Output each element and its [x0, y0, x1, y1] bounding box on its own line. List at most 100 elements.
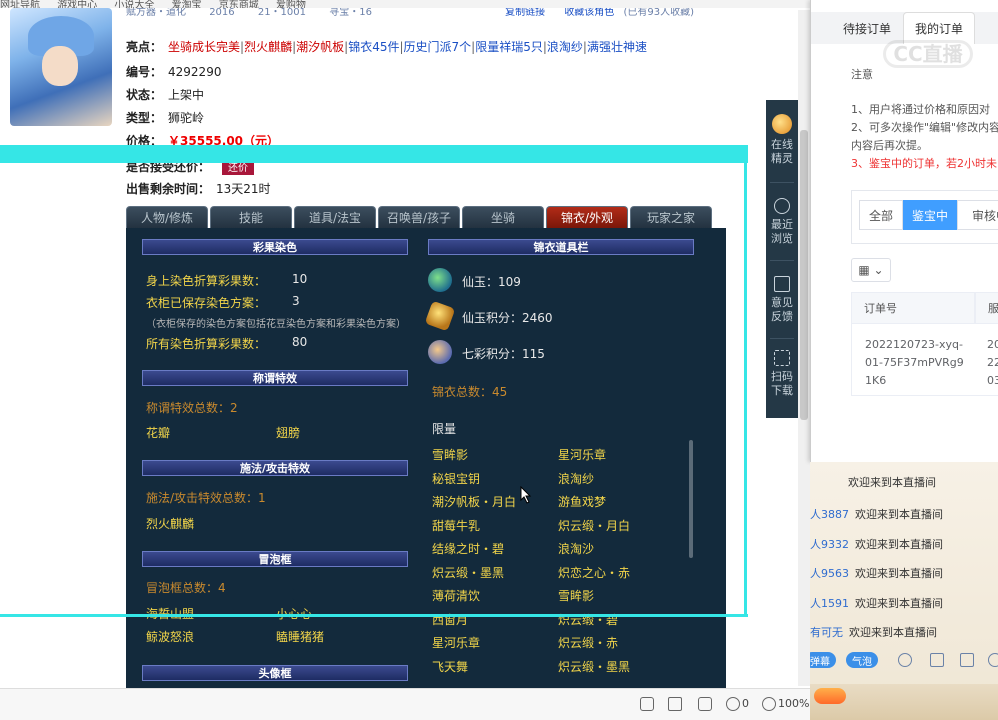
dye-note: （衣柜保存的染色方案包括花豆染色方案和彩果染色方案）: [146, 319, 406, 330]
title-fx-count: 称谓特效总数：2: [146, 401, 238, 415]
browser-status-bar: 0 100%: [0, 688, 810, 720]
highlight-link[interactable]: 烈火麒麟: [244, 40, 292, 54]
bookmark-link[interactable]: 小说大全: [114, 0, 154, 8]
mail-icon[interactable]: [960, 653, 974, 667]
limited-item: 浪淘纱: [558, 471, 595, 486]
wardrobe-scrollbar[interactable]: [689, 440, 693, 558]
limited-item: 炽云缎・墨黑: [558, 659, 631, 674]
right-float-toolbar: 在线精灵 最近浏览 意见反馈 扫码下载: [766, 100, 798, 418]
filter-reviewing-button[interactable]: 审核中: [957, 200, 998, 230]
online-assistant-button[interactable]: 在线精灵: [766, 114, 798, 166]
bookmark-link[interactable]: 网址导航: [0, 0, 40, 8]
chat-text: 欢迎来到本直播间: [855, 508, 943, 521]
character-portrait: [10, 8, 112, 126]
column-toggle-button[interactable]: ▦ ⌄: [851, 258, 891, 282]
id-value: 4292290: [168, 65, 222, 79]
highlight-link[interactable]: 坐骑成长完美: [168, 40, 240, 54]
filter-all-button[interactable]: 全部: [859, 200, 903, 230]
rainbow-points-icon: [428, 340, 452, 364]
title-fx-item: 花瓣: [146, 426, 171, 440]
screenshot-icon[interactable]: [698, 697, 712, 711]
zoom-level[interactable]: 100%: [778, 697, 809, 710]
header-partial-text: 赋方器・道化: [126, 8, 186, 18]
tab-outfits[interactable]: 锦衣/外观: [546, 206, 628, 228]
mouse-cursor-icon: [520, 486, 532, 504]
chat-text: 欢迎来到本直播间: [849, 626, 937, 639]
chat-username[interactable]: 有可无: [810, 626, 843, 639]
bookmark-link[interactable]: 游戏中心: [57, 0, 97, 8]
clock-icon[interactable]: [898, 653, 912, 667]
limited-item: 炽恋之心・赤: [558, 565, 631, 580]
bubble-toggle[interactable]: 气泡: [846, 652, 878, 668]
gift-badge-icon[interactable]: [814, 688, 846, 704]
more-icon[interactable]: [988, 653, 998, 667]
scan-download-button[interactable]: 扫码下载: [766, 350, 798, 398]
bubble-item: 瞌睡猪猪: [276, 630, 325, 644]
highlight-link[interactable]: 限量祥瑞5只: [475, 40, 543, 54]
header-partial-row: 赋方器・道化 2016 21・1001 寻宝・16 复制链接 收藏该角色 (已有…: [126, 8, 726, 18]
highlights-row: 亮点： 坐骑成长完美|烈火麒麟|潮汐帆板|锦衣45件|历史门派7个|限量祥瑞5只|…: [126, 40, 647, 54]
assistant-avatar-icon: [772, 114, 792, 134]
chat-username[interactable]: 人1591: [810, 597, 849, 610]
scissors-icon[interactable]: [930, 653, 944, 667]
chat-text: 欢迎来到本直播间: [855, 538, 943, 551]
toolbar-divider: [770, 338, 794, 339]
limited-item: 炽云缎・月白: [558, 518, 631, 533]
limited-item: 甜莓牛乳: [432, 518, 481, 533]
bookmark-link[interactable]: 京东商城: [219, 0, 259, 8]
shield-icon[interactable]: [640, 697, 654, 711]
title-fx-item: 翅膀: [276, 426, 301, 440]
overlay-line: [744, 145, 747, 617]
notice-line: 内容后再次提。: [851, 139, 928, 152]
notice-line: 2、可多次操作"编辑"修改内容: [851, 121, 998, 134]
highlight-link[interactable]: 锦衣45件: [348, 40, 399, 54]
currency-label: 仙玉：109: [462, 275, 521, 289]
wardrobe-header: 锦衣道具栏: [428, 239, 694, 255]
chat-message: 人1591 欢迎来到本直播间: [810, 595, 943, 611]
live-chat-area: 欢迎来到本直播间 人3887 欢迎来到本直播间 人9332 欢迎来到本直播间 人95…: [810, 462, 998, 720]
toolbar-label: 在线精灵: [771, 138, 793, 165]
recent-browse-button[interactable]: 最近浏览: [766, 198, 798, 246]
notice-line: 3、鉴宝中的订单，若2小时未: [851, 157, 997, 170]
highlight-link[interactable]: 历史门派7个: [404, 40, 472, 54]
feedback-button[interactable]: 意见反馈: [766, 276, 798, 324]
zoom-icon[interactable]: [762, 697, 776, 711]
speaker-icon[interactable]: [668, 697, 682, 711]
limited-item: 结缘之时・碧: [432, 542, 505, 556]
bookmark-link[interactable]: 爱淘宝: [172, 0, 202, 8]
dye-value: 3: [292, 294, 300, 308]
danmaku-toggle[interactable]: 弹幕: [810, 652, 836, 668]
chat-username[interactable]: 人9332: [810, 538, 849, 551]
chat-username[interactable]: 人9563: [810, 567, 849, 580]
highlight-link[interactable]: 满强壮神速: [587, 40, 647, 54]
copy-link[interactable]: 复制链接: [505, 8, 545, 18]
limited-item: 雪眸影: [432, 448, 469, 462]
dye-value: 80: [292, 335, 308, 349]
id-label: 编号：: [126, 65, 163, 79]
dye-label: 衣柜已保存染色方案：: [146, 296, 267, 310]
jade-points-icon: [424, 300, 456, 332]
bookmark-link[interactable]: 爱购物: [276, 0, 306, 8]
tab-skills[interactable]: 技能: [210, 206, 292, 228]
tab-mounts[interactable]: 坐骑: [462, 206, 544, 228]
status-row: 状态： 上架中: [126, 86, 204, 103]
tab-home[interactable]: 玩家之家: [630, 206, 712, 228]
highlight-link[interactable]: 浪淘纱: [547, 40, 583, 54]
chat-username[interactable]: 人3887: [810, 508, 849, 521]
page-scrollbar-thumb[interactable]: [800, 130, 808, 420]
tab-character[interactable]: 人物/修炼: [126, 206, 208, 228]
toolbar-divider: [770, 260, 794, 261]
filter-appraising-button[interactable]: 鉴宝中: [903, 200, 957, 230]
download-icon[interactable]: [726, 697, 740, 711]
limited-item: 雪眸影: [558, 589, 595, 603]
order-id-cell: 2022120723-xyq-01-75F37mPVRg91K6: [865, 338, 964, 387]
tab-pets[interactable]: 召唤兽/孩子: [378, 206, 460, 228]
wardrobe-total: 锦衣总数：45: [432, 385, 508, 399]
toolbar-label: 最近浏览: [771, 218, 793, 245]
chat-text: 欢迎来到本直播间: [855, 597, 943, 610]
tab-pending-orders[interactable]: 待接订单: [831, 12, 903, 44]
toolbar-label: 意见反馈: [771, 296, 793, 323]
favorite-link[interactable]: 收藏该角色: [564, 8, 614, 18]
highlight-link[interactable]: 潮汐帆板: [296, 40, 344, 54]
tab-items[interactable]: 道具/法宝: [294, 206, 376, 228]
